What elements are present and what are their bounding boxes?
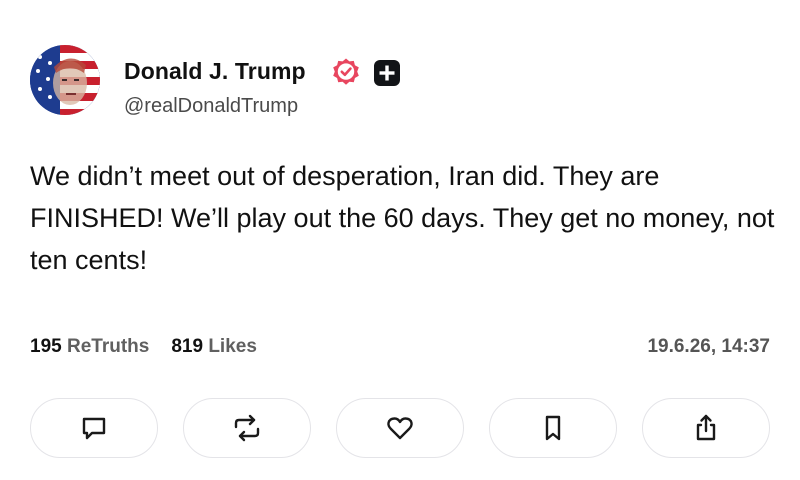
likes-count: 819 bbox=[171, 336, 204, 357]
bookmark-button[interactable] bbox=[489, 398, 617, 458]
heart-icon bbox=[387, 417, 413, 440]
retruths-label: ReTruths bbox=[66, 336, 150, 357]
avatar-image bbox=[30, 45, 100, 115]
like-button[interactable] bbox=[336, 398, 464, 458]
avatar[interactable] bbox=[30, 45, 100, 115]
author-handle[interactable]: @realDonaldTrump bbox=[124, 95, 298, 118]
retruths-count: 195 bbox=[30, 336, 62, 357]
share-icon bbox=[696, 414, 716, 441]
post-stats: 195 ReTruths 819 Likes bbox=[30, 336, 257, 358]
reply-button[interactable] bbox=[30, 398, 158, 458]
author-display-name[interactable]: Donald J. Trump bbox=[124, 58, 306, 85]
likes-label: Likes bbox=[208, 336, 257, 357]
post-text: We didn’t meet out of desperation, Iran … bbox=[30, 161, 775, 275]
bookmark-icon bbox=[545, 415, 561, 441]
post-timestamp[interactable]: 19.6.26, 14:37 bbox=[647, 336, 770, 358]
comment-icon bbox=[82, 417, 106, 440]
likes-stat[interactable]: 819 Likes bbox=[171, 336, 257, 357]
retruths-stat[interactable]: 195 ReTruths bbox=[30, 336, 149, 357]
share-button[interactable] bbox=[642, 398, 770, 458]
retruth-button[interactable] bbox=[183, 398, 311, 458]
post-card: Donald J. Trump @realDonaldTrump We didn… bbox=[0, 0, 800, 480]
retruth-icon bbox=[234, 414, 260, 442]
action-bar bbox=[30, 398, 772, 460]
verified-badge-icon bbox=[333, 58, 359, 85]
plus-badge-icon bbox=[374, 60, 400, 86]
